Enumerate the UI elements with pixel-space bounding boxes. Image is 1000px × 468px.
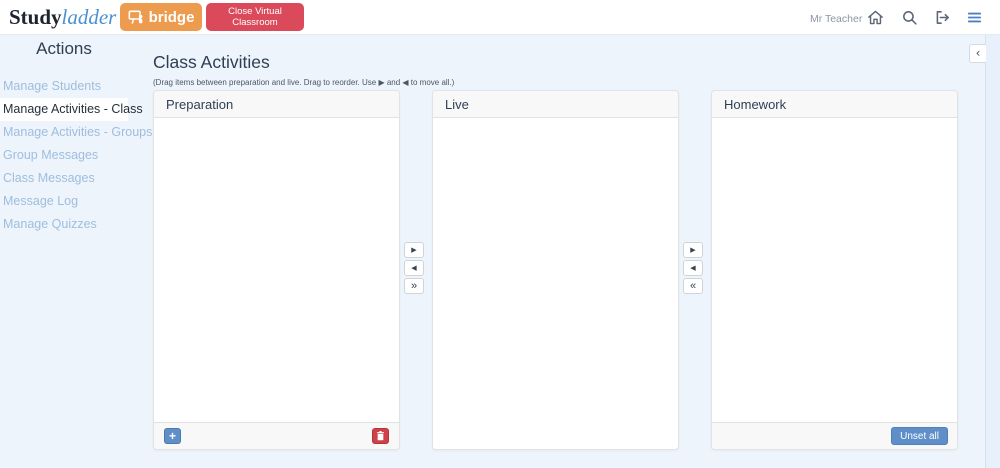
add-activity-button[interactable]: + [164,428,181,444]
sidebar-item-manage-activities-groups[interactable]: Manage Activities - Groups [0,121,152,144]
page-subtitle: (Drag items between preparation and live… [153,78,455,87]
user-name: Mr Teacher [810,13,863,25]
preparation-list[interactable] [154,119,399,421]
studyladder-logo[interactable]: Studyladder [9,5,116,30]
sidebar-item-manage-students[interactable]: Manage Students [0,75,128,98]
logo-text-ladder: ladder [61,5,117,29]
move-all-left-button[interactable]: « [683,278,703,294]
move-left-button[interactable]: ◀ [683,260,703,276]
logo-text-study: Study [9,5,62,29]
move-right-button[interactable]: ▶ [683,242,703,258]
live-panel-title: Live [433,91,678,118]
homework-panel-title: Homework [712,91,957,118]
homework-panel: Homework Unset all [711,90,958,450]
sidebar-item-group-messages[interactable]: Group Messages [0,144,128,167]
live-panel: Live [432,90,679,450]
homework-list[interactable] [712,119,957,421]
topbar: Studyladder bridge Close Virtual Classro… [0,0,1000,35]
preparation-panel: Preparation + [153,90,400,450]
delete-activity-button[interactable] [372,428,389,444]
live-homework-mover-group: ▶ ◀ « [683,242,703,296]
live-list[interactable] [433,119,678,449]
bridge-board-icon [128,9,144,25]
home-icon[interactable] [867,9,884,26]
close-virtual-classroom-button[interactable]: Close Virtual Classroom [206,3,304,31]
sidebar-item-class-messages[interactable]: Class Messages [0,167,128,190]
sidebar-item-manage-activities-class[interactable]: Manage Activities - Class [0,98,143,121]
chevron-left-icon: ‹ [975,46,981,60]
preparation-panel-footer: + [154,422,399,449]
right-collapsed-panel [985,35,1000,468]
sidebar-item-manage-quizzes[interactable]: Manage Quizzes [0,213,128,236]
bridge-button-label: bridge [148,8,195,26]
page-title: Class Activities [153,52,270,72]
move-all-right-button[interactable]: » [404,278,424,294]
unset-all-button[interactable]: Unset all [891,427,948,445]
trash-icon [376,431,385,441]
sidebar-item-message-log[interactable]: Message Log [0,190,128,213]
menu-icon[interactable] [966,9,983,26]
preparation-panel-title: Preparation [154,91,399,118]
prep-live-mover-group: ▶ ◀ » [404,242,424,296]
sidebar-title-actions: Actions [36,39,92,58]
move-right-button[interactable]: ▶ [404,242,424,258]
expand-panel-button[interactable]: ‹ [969,44,986,63]
search-icon[interactable] [901,9,918,26]
homework-panel-footer: Unset all [712,422,957,449]
logout-icon[interactable] [934,9,951,26]
move-left-button[interactable]: ◀ [404,260,424,276]
bridge-button[interactable]: bridge [120,3,202,31]
